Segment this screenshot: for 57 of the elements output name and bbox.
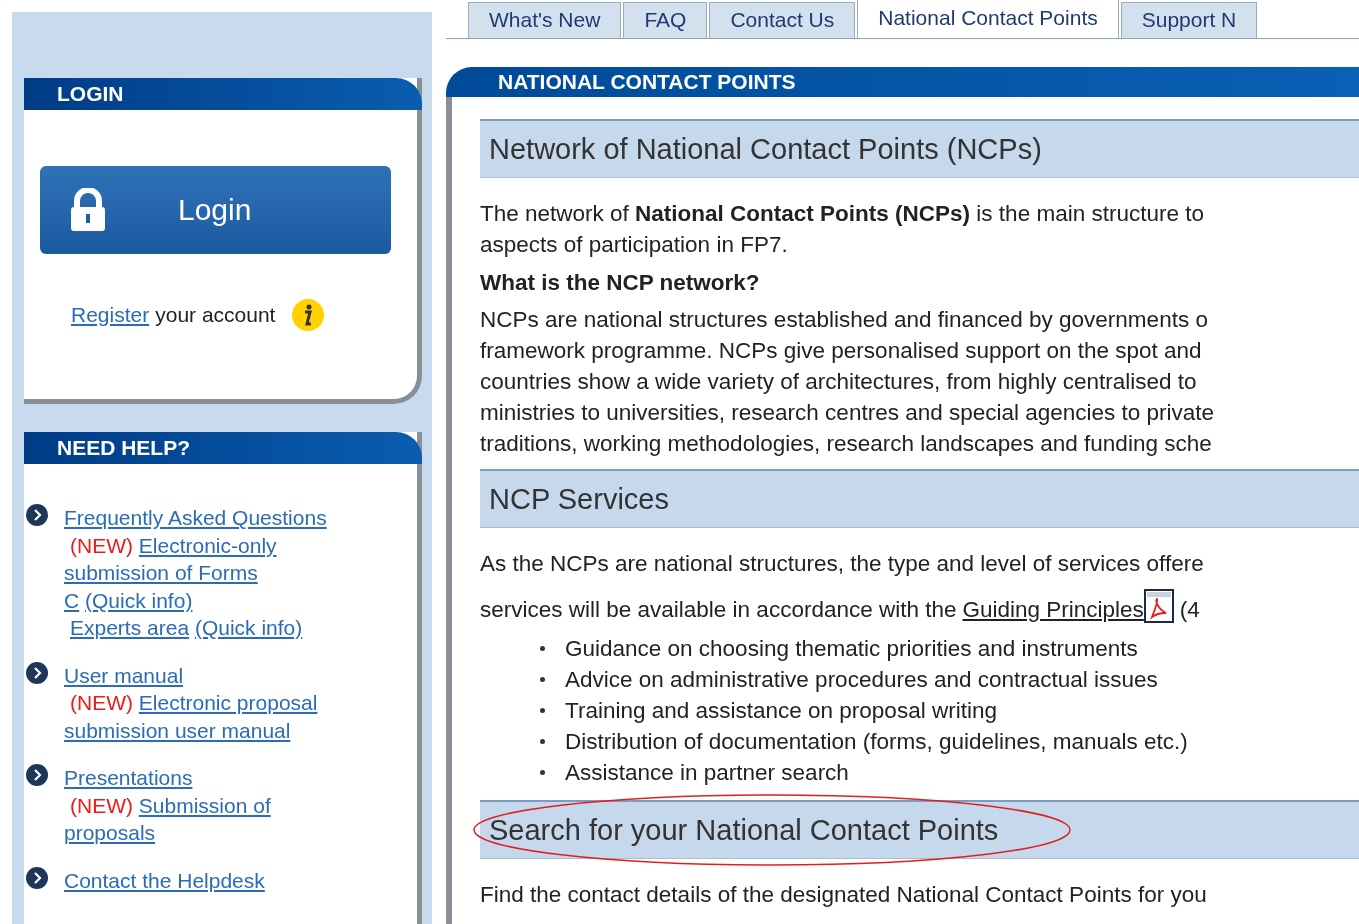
help-link[interactable]: Contact the Helpdesk: [64, 868, 265, 892]
lock-icon: [68, 188, 108, 232]
new-label: (NEW): [70, 691, 133, 714]
subheading: What is the NCP network?: [480, 270, 761, 296]
paragraph-line: Find the contact details of the designated National Contact Points for you: [480, 881, 1208, 909]
section-title: NCP Services: [489, 482, 669, 516]
new-label: (NEW): [70, 533, 133, 557]
paragraph-line: services will be available in accordance with the: [480, 597, 957, 623]
section-title: Search for your National Contact Points: [489, 813, 999, 847]
paragraph-line: ministries to universities, research centres and special agencies to private: [480, 399, 1216, 427]
help-link[interactable]: Experts area: [70, 616, 190, 639]
section-title: Network of National Contact Points (NCPs): [489, 132, 1042, 166]
help-link[interactable]: (Quick info): [85, 588, 193, 612]
paragraph-line: NCPs are national structures established and financed by governments o: [480, 306, 1209, 334]
nav-tab[interactable]: Contact Us: [709, 2, 856, 38]
nav-tab[interactable]: FAQ: [623, 2, 708, 38]
nav-tab[interactable]: National Contact Points: [857, 0, 1119, 38]
help-link[interactable]: C: [64, 588, 80, 612]
help-link[interactable]: submission of Forms: [64, 561, 258, 584]
help-link[interactable]: Submission of: [138, 793, 271, 817]
pdf-icon: [1143, 589, 1174, 623]
register-link[interactable]: Register: [71, 303, 150, 327]
login-button[interactable]: Login: [40, 166, 391, 254]
list-item: Advice on administrative procedures and contractual issues: [565, 666, 1158, 694]
list-item: Guidance on choosing thematic priorities and instruments: [565, 635, 1138, 663]
register-text: your account: [155, 303, 276, 327]
panel-title: LOGIN: [57, 82, 124, 106]
help-link[interactable]: submission user manual: [64, 718, 291, 742]
paragraph-line: framework programme. NCPs give personalised support on the spot and: [480, 337, 1203, 365]
nav-tab[interactable]: What's New: [468, 2, 622, 38]
bullet-icon: [540, 739, 545, 744]
paragraph-line: countries show a wide variety of architectures, from highly centralised to: [480, 368, 1198, 396]
bullet-icon: [540, 646, 545, 651]
help-link[interactable]: Frequently Asked Questions: [64, 506, 327, 529]
bullet-icon: [540, 770, 545, 775]
list-item: Training and assistance on proposal writing: [565, 697, 997, 725]
paragraph-line: The network of National Contact Points (NCPs) is the main structure to: [480, 200, 1205, 228]
help-link[interactable]: Electronic proposal: [138, 691, 318, 714]
panel-title: NATIONAL CONTACT POINTS: [498, 70, 796, 94]
paragraph-line: As the NCPs are national structures, the type and level of services offere: [480, 550, 1205, 578]
nav-tab[interactable]: Support N: [1120, 2, 1258, 38]
help-link[interactable]: User manual: [64, 663, 184, 687]
paragraph-line: traditions, working methodologies, research landscapes and funding sche: [480, 430, 1213, 458]
help-link[interactable]: proposals: [64, 821, 156, 844]
help-link[interactable]: (Quick info): [194, 616, 303, 639]
info-icon: [291, 298, 326, 332]
list-item: Distribution of documentation (forms, guidelines, manuals etc.): [565, 728, 1188, 756]
bullet-icon: [540, 677, 545, 682]
help-link[interactable]: Presentations: [64, 766, 193, 789]
paragraph-line: aspects of participation in FP7.: [480, 231, 789, 259]
bullet-icon: [540, 708, 545, 713]
document-link[interactable]: Guiding Principles: [962, 597, 1144, 623]
panel-title: NEED HELP?: [57, 436, 190, 460]
size-text: (4: [1179, 597, 1200, 623]
list-item: Assistance in partner search: [565, 759, 849, 787]
help-link[interactable]: Electronic-only: [138, 533, 277, 557]
new-label: (NEW): [70, 793, 133, 817]
